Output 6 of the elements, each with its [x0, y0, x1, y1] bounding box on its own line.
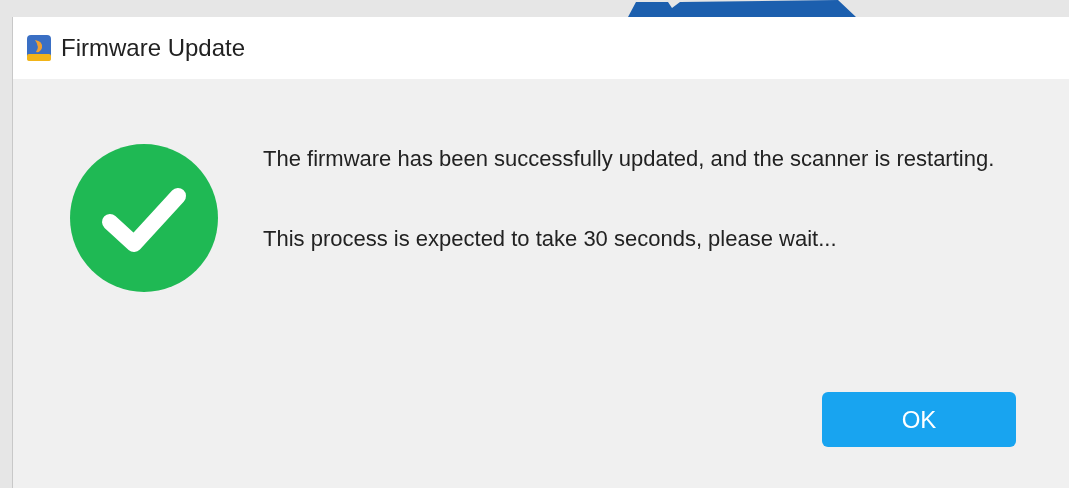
message-text: The firmware has been successfully updated, and the scanner is restarting. — [263, 145, 996, 173]
app-icon — [27, 35, 51, 61]
success-check-icon — [70, 144, 218, 292]
window-title: Firmware Update — [61, 33, 246, 63]
message-text: This process is expected to take 30 seconds, please wait... — [263, 225, 838, 253]
ok-button[interactable]: OK — [822, 392, 1016, 447]
